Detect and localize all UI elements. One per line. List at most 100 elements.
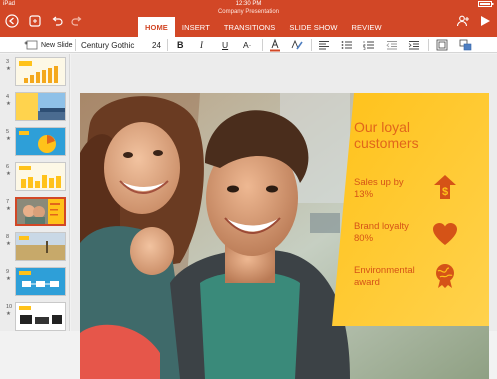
thumbnail-number: 5 xyxy=(6,129,10,135)
slide-thumbnail-pane[interactable]: 3 ★ 4 ★ 5 ★ 6 ★ 7 ★ 8 ★ 9 ★ 10 ★ xyxy=(0,54,70,331)
text-highlight-button[interactable] xyxy=(290,37,304,53)
thumbnail-preview xyxy=(16,93,65,120)
new-slide-button[interactable]: New Slide xyxy=(24,37,73,53)
thumbnail-row[interactable]: 8 ★ xyxy=(0,231,69,261)
thumbnail-preview xyxy=(16,233,65,260)
thumbnail-number: 4 xyxy=(6,94,10,100)
thumbnail-row[interactable]: 6 ★ xyxy=(0,161,69,191)
stat-env-line2: award xyxy=(354,277,380,288)
ribbon-divider xyxy=(167,39,168,51)
arrange-shapes-icon xyxy=(459,39,472,51)
slide-thumbnail[interactable] xyxy=(15,92,66,121)
thumbnail-number: 10 xyxy=(6,304,13,310)
star-icon: ★ xyxy=(6,171,11,177)
status-battery xyxy=(478,1,494,9)
app-header: iPad 12:30 PM Company Presentation HOME … xyxy=(0,0,497,37)
star-icon: ★ xyxy=(6,311,11,317)
increase-indent-icon xyxy=(408,41,419,50)
font-size-field[interactable]: 24 xyxy=(152,37,161,53)
star-icon: ★ xyxy=(6,276,11,282)
current-slide[interactable]: Our loyal customers Sales up by 13% $ Br… xyxy=(80,93,489,379)
thumbnail-preview xyxy=(16,303,65,330)
globe-ribbon-icon xyxy=(436,264,454,288)
decrease-indent-button[interactable] xyxy=(386,37,398,53)
slide-editing-area[interactable]: Our loyal customers Sales up by 13% $ Br… xyxy=(71,54,497,379)
font-name-field[interactable]: Century Gothic xyxy=(81,37,134,53)
tab-insert[interactable]: INSERT xyxy=(175,17,217,37)
numbering-icon xyxy=(363,41,374,50)
star-icon: ★ xyxy=(6,136,11,142)
add-person-icon[interactable] xyxy=(456,14,470,28)
thumbnail-number: 3 xyxy=(6,59,10,65)
star-icon: ★ xyxy=(6,66,11,72)
thumbnail-row[interactable]: 4 ★ xyxy=(0,91,69,121)
play-icon[interactable] xyxy=(478,14,492,28)
bold-button[interactable]: B xyxy=(177,37,184,53)
svg-text:$: $ xyxy=(442,186,448,198)
slide-title[interactable]: Our loyal customers xyxy=(354,119,419,151)
stat-sales-line1: Sales up by xyxy=(354,177,404,188)
thumbnail-preview xyxy=(17,199,64,224)
new-slide-icon xyxy=(24,40,38,50)
stat-brand-loyalty[interactable]: Brand loyalty 80% xyxy=(354,221,429,245)
underline-button[interactable]: U xyxy=(222,37,228,53)
stat-sales[interactable]: Sales up by 13% xyxy=(354,177,429,201)
star-icon: ★ xyxy=(6,241,11,247)
slide-thumbnail[interactable] xyxy=(15,232,66,261)
back-icon[interactable] xyxy=(5,14,19,28)
tab-home[interactable]: HOME xyxy=(138,17,175,37)
font-effects-ellipsis: .. xyxy=(248,42,252,48)
stat-brand-line2: 80% xyxy=(354,233,374,244)
slide-thumbnail[interactable] xyxy=(15,162,66,191)
star-icon: ★ xyxy=(6,101,11,107)
ribbon-tabs: HOME INSERT TRANSITIONS SLIDE SHOW REVIE… xyxy=(138,17,389,37)
tab-slide-show[interactable]: SLIDE SHOW xyxy=(282,17,344,37)
align-left-button[interactable] xyxy=(318,37,330,53)
thumbnail-row[interactable]: 5 ★ xyxy=(0,126,69,156)
increase-indent-button[interactable] xyxy=(408,37,420,53)
stat-environmental-award[interactable]: Environmental award xyxy=(354,265,429,289)
thumbnail-number: 8 xyxy=(6,234,10,240)
thumbnail-row[interactable]: 9 ★ xyxy=(0,266,69,296)
italic-button[interactable]: I xyxy=(200,37,203,53)
tab-transitions[interactable]: TRANSITIONS xyxy=(217,17,283,37)
heart-icon xyxy=(433,223,457,245)
font-color-icon xyxy=(270,38,280,52)
font-color-button[interactable] xyxy=(268,37,282,53)
thumbnail-number: 7 xyxy=(6,199,10,205)
slide-thumbnail-selected[interactable] xyxy=(15,197,66,226)
slide-layout-button[interactable] xyxy=(436,37,448,53)
decrease-indent-icon xyxy=(386,41,397,50)
font-effects-button[interactable]: A.. xyxy=(243,37,251,53)
ribbon-divider xyxy=(428,39,429,51)
thumbnail-number: 6 xyxy=(6,164,10,170)
slide-title-line2: customers xyxy=(354,135,419,151)
slide-thumbnail[interactable] xyxy=(15,127,66,156)
redo-icon[interactable] xyxy=(70,14,84,28)
align-left-icon xyxy=(319,41,329,50)
file-icon[interactable] xyxy=(28,14,42,28)
thumbnail-row[interactable]: 7 ★ xyxy=(0,196,69,226)
numbering-button[interactable] xyxy=(363,37,375,53)
thumbnail-row[interactable]: 3 ★ xyxy=(0,56,69,86)
thumbnail-preview xyxy=(16,58,65,85)
arrange-shapes-button[interactable] xyxy=(459,37,473,53)
undo-icon[interactable] xyxy=(50,14,64,28)
bullets-button[interactable] xyxy=(341,37,353,53)
ribbon-divider xyxy=(75,39,76,51)
home-ribbon: New Slide Century Gothic 24 B I U A.. xyxy=(0,37,497,53)
slide-thumbnail[interactable] xyxy=(15,302,66,331)
slide-layout-icon xyxy=(436,39,448,51)
stat-env-line1: Environmental xyxy=(354,265,415,276)
stat-brand-line1: Brand loyalty xyxy=(354,221,409,232)
text-highlight-icon xyxy=(291,39,303,50)
star-icon: ★ xyxy=(6,206,11,212)
tab-review[interactable]: REVIEW xyxy=(345,17,389,37)
slide-thumbnail[interactable] xyxy=(15,267,66,296)
thumbnail-row[interactable]: 10 ★ xyxy=(0,301,69,331)
slide-thumbnail[interactable] xyxy=(15,57,66,86)
slide-title-line1: Our loyal xyxy=(354,119,411,135)
status-time: 12:30 PM xyxy=(235,1,262,7)
new-slide-label: New Slide xyxy=(41,41,73,49)
ribbon-divider xyxy=(311,39,312,51)
